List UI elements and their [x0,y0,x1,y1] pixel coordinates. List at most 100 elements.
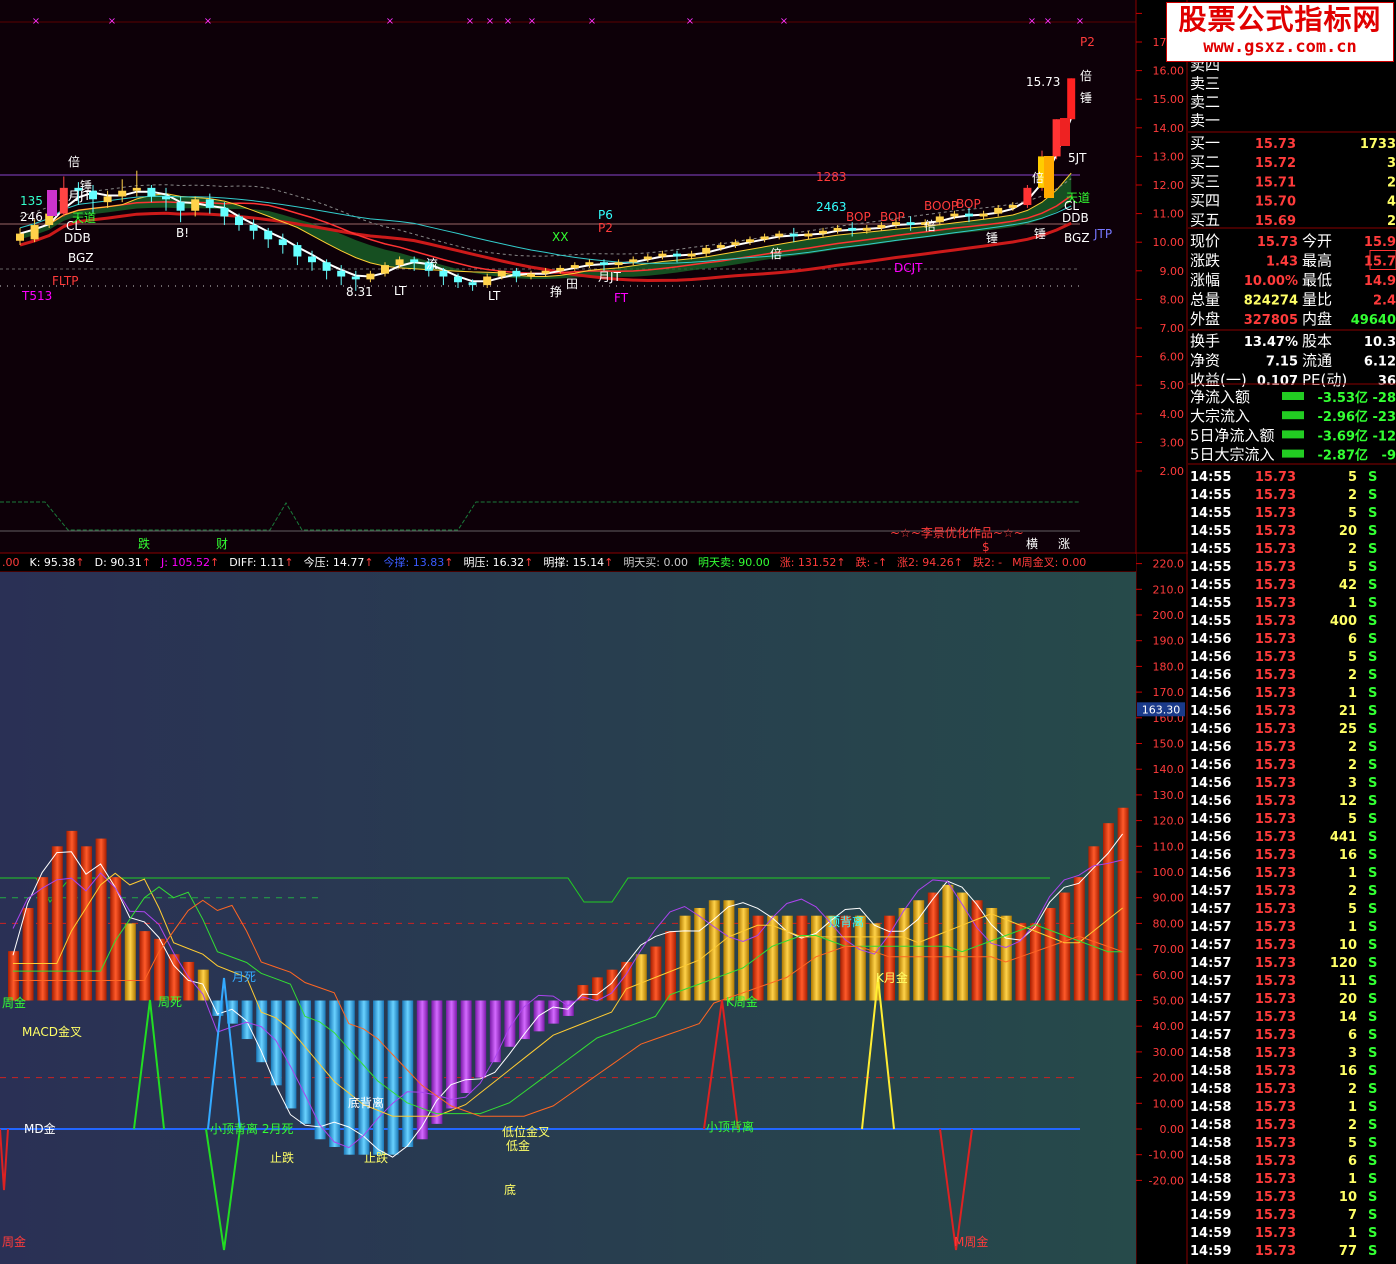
chart-annotation: P2 [598,221,613,235]
watermark-logo: 股票公式指标网 www.gsxz.com.cn [1166,2,1394,62]
histogram-bar [402,1000,414,1147]
chart-annotation: DCJT [894,261,923,275]
tick-time: 14:58 [1190,1046,1231,1061]
indicator-axis-label: 180.0 [1153,660,1185,673]
indicator-annotation: K周金 [726,994,758,1009]
tick-price: 15.73 [1255,866,1296,881]
indicator-annotation: M周金 [954,1234,988,1249]
tick-price: 15.73 [1255,578,1296,593]
indicator-axis-label: 0.00 [1160,1123,1185,1136]
tick-side: S [1368,1136,1377,1151]
svg-text:×: × [780,16,788,27]
quote-label: 总量 [1190,291,1220,309]
ask-level-label: 卖三 [1190,75,1220,93]
tick-time: 14:55 [1190,596,1231,611]
chart-annotation: XX [552,230,568,244]
tick-side: S [1368,794,1377,809]
quote-label: 股本 [1302,332,1332,350]
quote-value: 36 [1378,374,1396,389]
bid-volume: 2 [1387,175,1396,190]
tick-price: 15.73 [1255,1028,1296,1043]
histogram-bar [300,1000,311,1124]
tick-side: S [1368,776,1377,791]
price-axis-label: 9.00 [1160,265,1185,278]
quote-label: 量比 [1302,291,1332,309]
indicator-axis-label: 130.0 [1153,789,1185,802]
tick-price: 15.73 [1255,1082,1296,1097]
indicator-axis-label: 170.0 [1153,686,1185,699]
indicator-axis-label: -10.00 [1149,1149,1184,1162]
histogram-bar [22,907,34,1001]
price-axis-label: 16.00 [1153,65,1185,78]
bid-price: 15.72 [1255,156,1296,171]
chart-annotation: 锤 [986,230,998,245]
tick-volume: 14 [1339,1010,1357,1025]
quote-label: 最高 [1302,252,1332,270]
chart-annotation: 跌 [138,536,150,551]
tick-price: 15.73 [1255,650,1296,665]
tick-time: 14:57 [1190,920,1231,935]
quote-value: 6.12 [1364,355,1396,370]
quote-label: 涨幅 [1190,271,1220,289]
candle-body [439,270,448,277]
tick-time: 14:58 [1190,1172,1231,1187]
quote-label: 外盘 [1190,310,1220,328]
tick-volume: 16 [1339,848,1357,863]
tick-volume: 2 [1348,884,1357,899]
bid-level-label: 买二 [1190,153,1220,171]
tick-volume: 5 [1348,812,1357,827]
tick-time: 14:59 [1190,1244,1231,1259]
histogram-bar [168,954,180,1001]
chart-annotation: 挣 [550,285,562,299]
histogram-bar [8,951,19,1001]
candle-body [205,199,214,208]
histogram-bar [446,1000,457,1109]
quote-label: 流通 [1302,352,1332,370]
price-axis-label: 4.00 [1160,408,1185,421]
tick-side: S [1368,1082,1377,1097]
tick-side: S [1368,740,1377,755]
tick-volume: 16 [1339,1064,1357,1079]
tick-side: S [1368,632,1377,647]
candle-body [103,196,112,203]
chart-annotation: 月JT [598,270,622,284]
histogram-bar [1000,915,1012,1001]
indicator-value: 明天卖: 90.00 [698,556,770,569]
indicator-value: 涨: 131.52 [780,556,837,569]
histogram-bar [898,907,910,1001]
indicator-annotation: 止跌 [364,1150,388,1165]
chart-annotation: ~☆~李景优化作品~☆~ [890,525,1024,540]
indicator-value: 明压: 16.32 [463,556,524,569]
candle-body [249,225,258,231]
indicator-value: 明撑: 15.14 [543,555,604,569]
tick-side: S [1368,866,1377,881]
candle-body [381,265,389,274]
svg-text:×: × [686,16,694,27]
indicator-axis-label: 200.0 [1153,609,1185,622]
chart-annotation: 倍 [924,218,936,233]
tick-time: 14:55 [1190,542,1231,557]
quote-label: 收益(一) [1190,371,1247,389]
indicator-annotation: 止跌 [270,1150,294,1165]
tick-volume: 1 [1348,596,1357,611]
tick-price: 15.73 [1255,758,1296,773]
quote-label: 最低 [1302,271,1332,289]
flow-value: -28 [1373,391,1396,406]
tick-time: 14:58 [1190,1064,1231,1079]
candle-body [337,270,346,277]
indicator-axis-label: 220.0 [1153,558,1185,571]
tick-time: 14:57 [1190,956,1231,971]
quote-value: 15.73 [1257,235,1298,250]
candle-body [278,239,287,246]
candle-body [673,253,681,257]
chart-annotation: JTP [1093,227,1112,241]
price-axis: 1817.0016.0015.0014.0013.0012.0011.0010.… [1136,7,1184,478]
indicator-axis-label: 100.0 [1153,866,1185,879]
indicator-axis-label: 80.00 [1153,917,1185,930]
tick-side: S [1368,668,1377,683]
tick-side: S [1368,488,1377,503]
candle-body [366,273,375,280]
histogram-bar [796,915,808,1001]
candle-body [454,276,462,283]
indicator-annotation: 底 [504,1182,516,1197]
